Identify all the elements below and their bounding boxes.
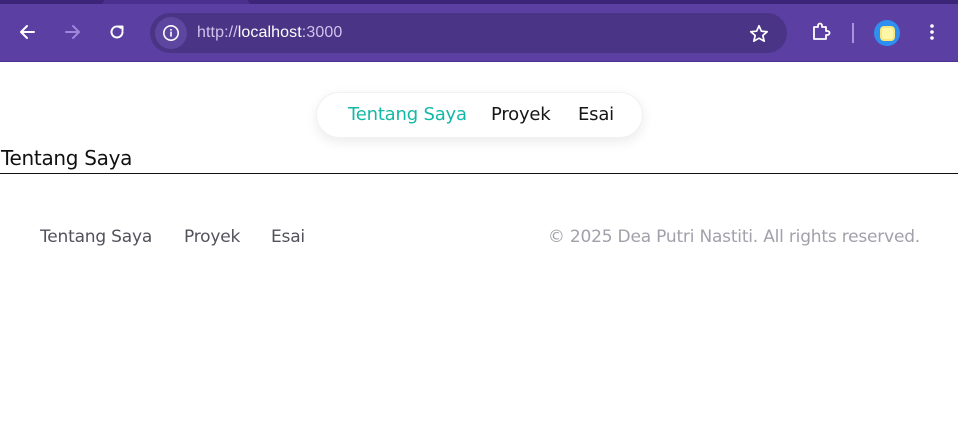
- nav-item-esai[interactable]: Esai: [578, 104, 614, 125]
- page-title: Tentang Saya: [1, 146, 133, 170]
- footer-link-proyek[interactable]: Proyek: [184, 227, 240, 247]
- arrow-right-icon: [65, 25, 80, 39]
- browser-menu-button[interactable]: [917, 17, 947, 47]
- browser-toolbar: http://localhost:3000: [0, 0, 958, 62]
- reload-icon: [110, 25, 124, 39]
- copyright-text: © 2025 Dea Putri Nastiti. All rights res…: [547, 227, 920, 247]
- avatar-icon: [879, 25, 895, 41]
- url-host: localhost: [237, 24, 302, 41]
- reload-button[interactable]: [102, 17, 132, 47]
- puzzle-icon: [813, 22, 831, 40]
- address-bar[interactable]: http://localhost:3000: [150, 13, 787, 53]
- toolbar-divider: [852, 23, 854, 43]
- back-button[interactable]: [13, 17, 43, 47]
- profile-button[interactable]: [874, 20, 900, 46]
- extensions-button[interactable]: [806, 17, 836, 47]
- tab-strip: [0, 0, 958, 4]
- kebab-menu-icon: [930, 24, 934, 40]
- star-icon: [749, 24, 769, 43]
- bookmark-button[interactable]: [747, 22, 771, 46]
- nav-item-proyek[interactable]: Proyek: [491, 104, 551, 125]
- url-scheme: http://: [197, 24, 238, 41]
- url-text[interactable]: http://localhost:3000: [197, 24, 342, 42]
- forward-button[interactable]: [57, 17, 87, 47]
- main-nav: Tentang Saya Proyek Esai: [316, 92, 643, 138]
- footer-link-tentang-saya[interactable]: Tentang Saya: [40, 227, 152, 247]
- url-port: :3000: [301, 24, 343, 41]
- site-info-button[interactable]: [155, 17, 187, 49]
- arrow-left-icon: [20, 25, 35, 39]
- footer-link-esai[interactable]: Esai: [271, 227, 305, 247]
- info-icon: [163, 25, 179, 41]
- divider: [0, 173, 958, 174]
- nav-item-tentang-saya[interactable]: Tentang Saya: [348, 104, 467, 125]
